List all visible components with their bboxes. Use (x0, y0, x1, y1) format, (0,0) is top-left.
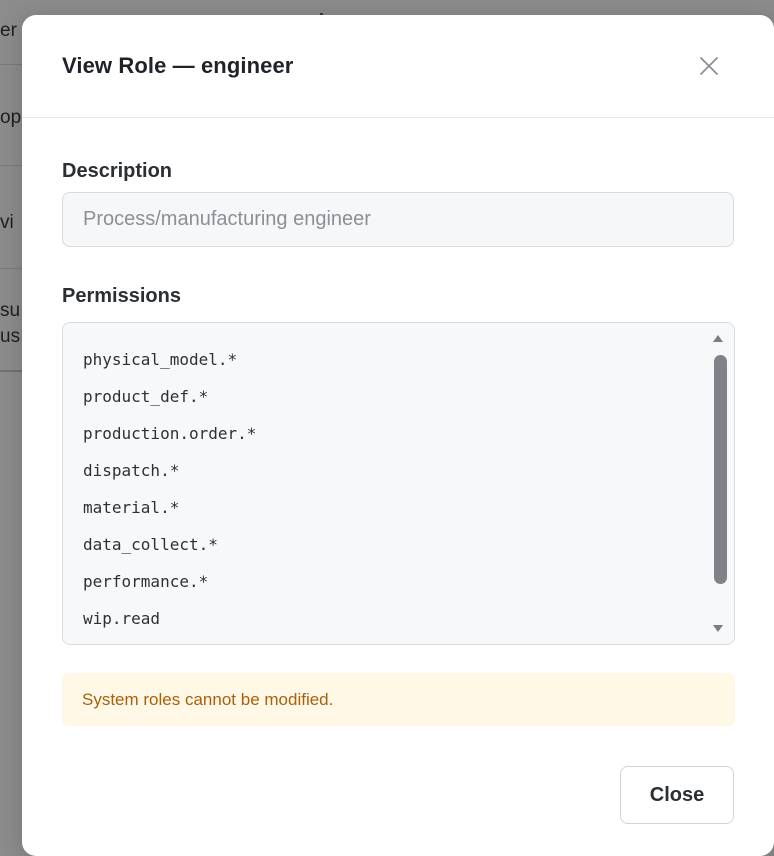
permissions-label: Permissions (62, 285, 181, 307)
permissions-list-box[interactable]: physical_model.* product_def.* productio… (62, 322, 735, 645)
background-top-strip (0, 0, 774, 14)
description-label: Description (62, 160, 173, 182)
permission-item: wip.read (83, 609, 161, 628)
description-field[interactable] (62, 192, 734, 247)
permission-item: data_collect.* (83, 535, 218, 554)
permission-item: physical_model.* (83, 350, 238, 369)
permission-item: product_def.* (83, 387, 209, 406)
scrollbar-thumb[interactable] (714, 355, 727, 584)
dialog-title: View Role — engineer (62, 53, 294, 78)
permission-item: production.order.* (83, 424, 257, 443)
view-role-dialog: View Role — engineer Description Permiss… (22, 15, 774, 856)
permission-item: material.* (83, 498, 180, 517)
scroll-down-arrow-icon[interactable] (713, 625, 723, 632)
scroll-up-arrow-icon[interactable] (713, 335, 723, 342)
system-role-notice: System roles cannot be modified. (62, 673, 735, 726)
permission-item: performance.* (83, 572, 209, 591)
permission-item: dispatch.* (83, 461, 180, 480)
close-button[interactable]: Close (620, 766, 734, 824)
permissions-list: physical_model.* product_def.* productio… (83, 341, 256, 637)
dialog-header: View Role — engineer (22, 15, 774, 118)
close-icon[interactable] (698, 55, 720, 77)
